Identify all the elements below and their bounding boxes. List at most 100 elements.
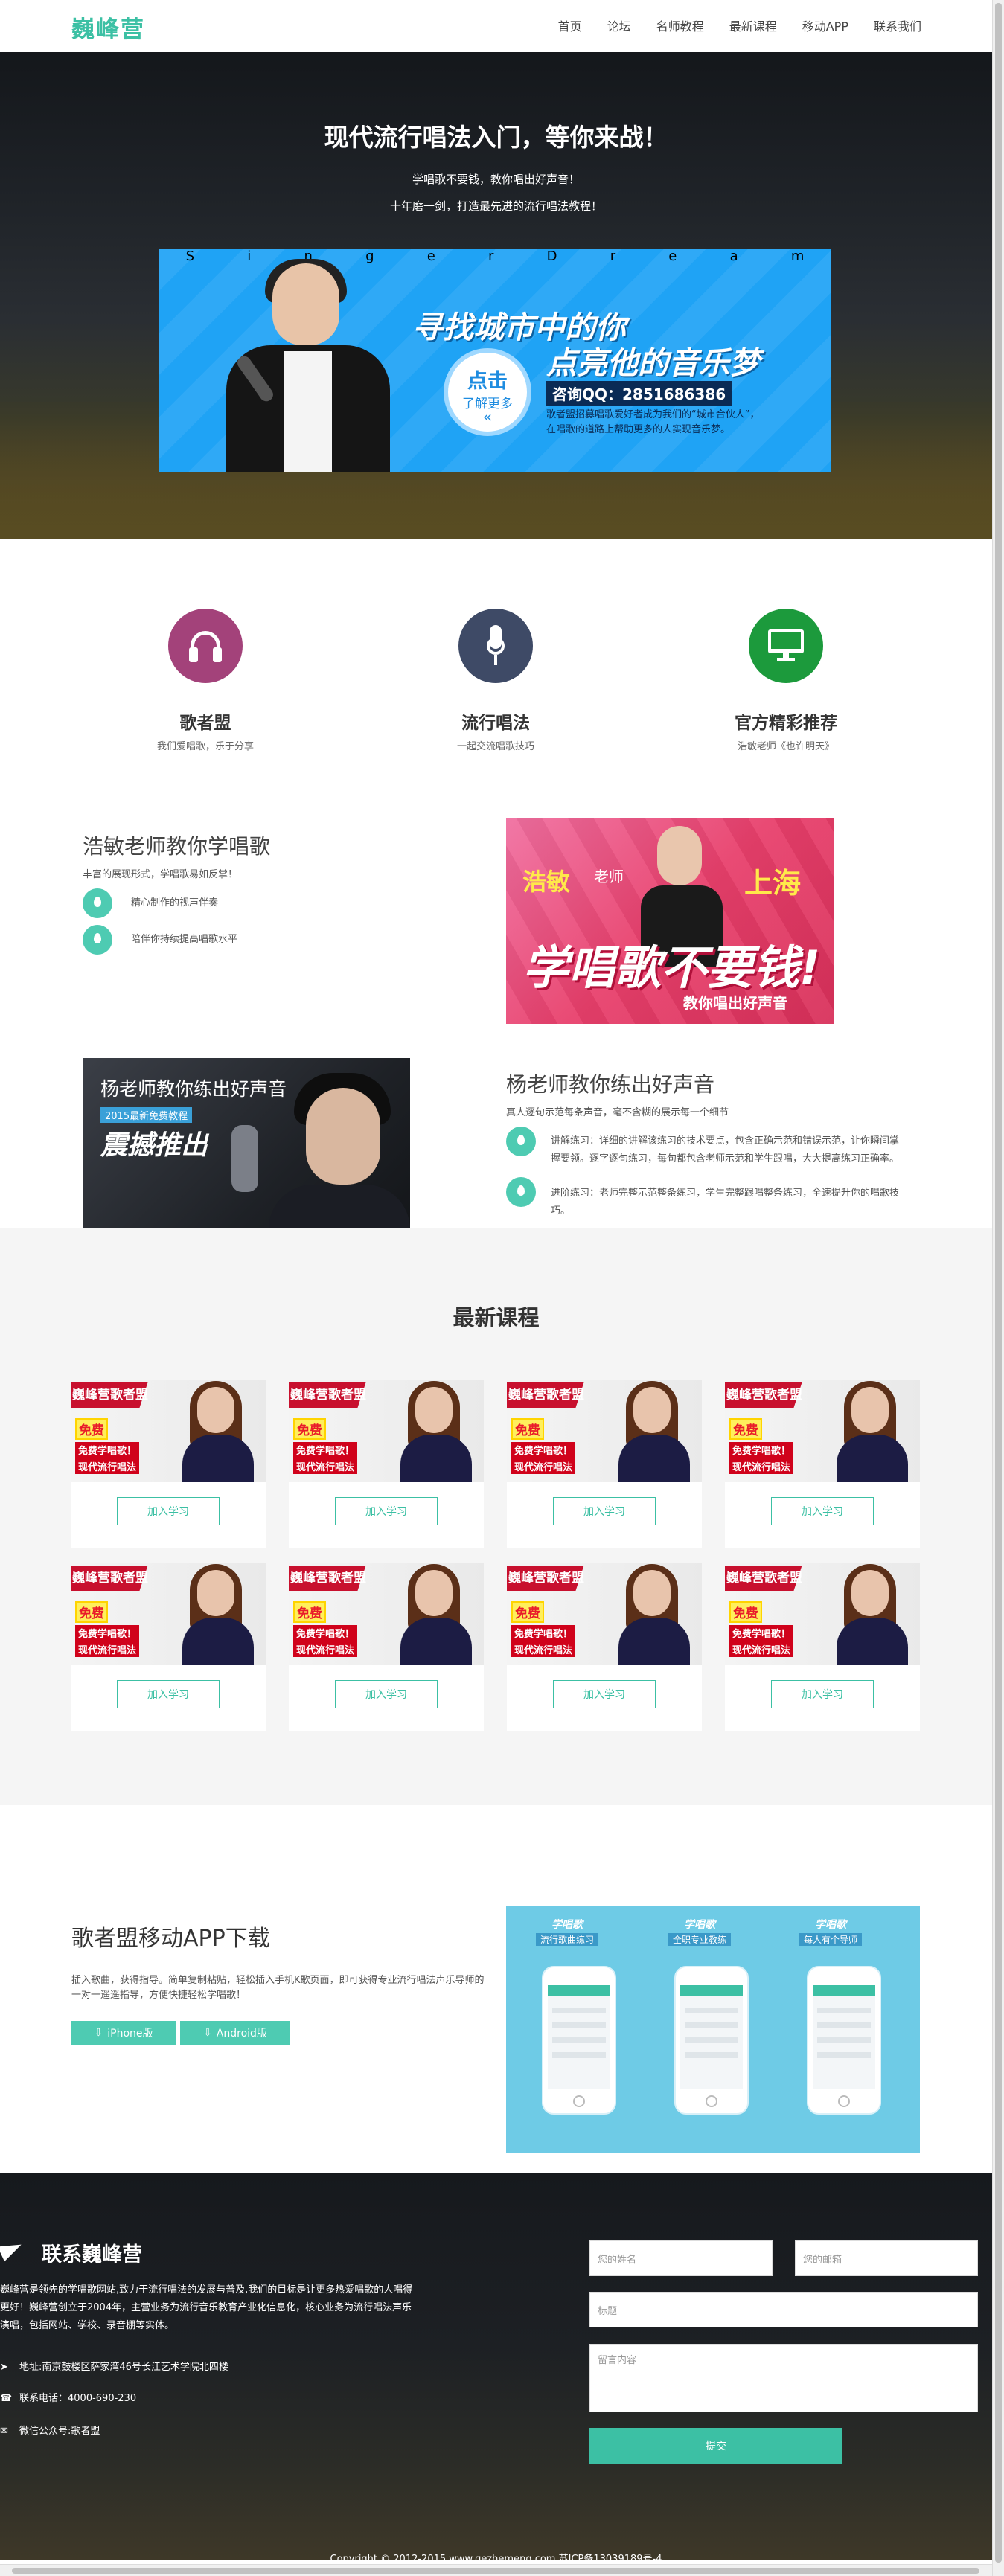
iphone-label: iPhone版	[107, 2028, 153, 2040]
course-image[interactable]: 巍峰营歌者盟 免费 免费学唱歌！ 现代流行唱法	[289, 1380, 484, 1482]
ad2-big: 震撼推出	[100, 1130, 208, 1161]
ad-teacher-label: 老师	[594, 868, 624, 885]
course-brand: 巍峰营歌者盟	[72, 1571, 148, 1586]
phone-icon: ☎	[0, 2393, 13, 2404]
teacher2-title: 杨老师教你练出好声音	[506, 1072, 715, 1097]
droplet-icon	[83, 925, 112, 955]
app-tag-3: 学唱歌 每人有个导师	[786, 1917, 875, 1946]
banner-letter: S	[185, 249, 195, 264]
banner-qq: 咨询QQ：2851686386	[546, 381, 732, 406]
course-brand: 巍峰营歌者盟	[726, 1388, 802, 1403]
nav-contact[interactable]: 联系我们	[874, 16, 921, 34]
contact-phone: ☎ 联系电话：4000-690-230	[0, 2390, 136, 2404]
nav-courses[interactable]: 最新课程	[729, 16, 777, 34]
name-input[interactable]: 您的姓名	[589, 2240, 773, 2276]
nav-forum[interactable]: 论坛	[607, 16, 631, 34]
horizontal-scroll-thumb[interactable]	[12, 2568, 979, 2574]
feature-pop-singing[interactable]: 流行唱法 一起交流唱歌技巧	[384, 609, 607, 752]
course-image[interactable]: 巍峰营歌者盟 免费 免费学唱歌！ 现代流行唱法	[507, 1563, 702, 1665]
vertical-scroll-thumb[interactable]	[995, 3, 1002, 2563]
course-card[interactable]: 巍峰营歌者盟 免费 免费学唱歌！ 现代流行唱法 加入学习	[289, 1380, 484, 1548]
site-header: 巍峰营 首页 论坛 名师教程 最新课程 移动APP 联系我们	[0, 0, 992, 52]
singer-head	[272, 263, 339, 345]
headphones-icon	[188, 628, 223, 664]
ad2-title: 杨老师教你练出好声音	[100, 1078, 287, 1100]
course-brand: 巍峰营歌者盟	[726, 1571, 802, 1586]
banner-letter: r	[610, 249, 616, 264]
haomin-ad-image[interactable]: 浩敏 老师 上海 学唱歌不要钱! 教你唱出好声音	[506, 818, 834, 1024]
ad-slogan: 学唱歌不要钱!	[522, 941, 821, 995]
join-course-button[interactable]: 加入学习	[771, 1680, 874, 1708]
course-line-1: 免费学唱歌！	[511, 1442, 576, 1458]
course-line-1: 免费学唱歌！	[293, 1625, 358, 1641]
join-course-button[interactable]: 加入学习	[553, 1497, 656, 1525]
join-course-button[interactable]: 加入学习	[335, 1497, 438, 1525]
course-line-2: 现代流行唱法	[75, 1641, 140, 1657]
nav-tutorials[interactable]: 名师教程	[656, 16, 704, 34]
banner-desc-2: 在唱歌的道路上帮助更多的人实现音乐梦。	[546, 424, 731, 435]
course-brand: 巍峰营歌者盟	[508, 1571, 584, 1586]
feature-title: 歌者盟	[179, 714, 231, 733]
course-image[interactable]: 巍峰营歌者盟 免费 免费学唱歌！ 现代流行唱法	[725, 1563, 920, 1665]
location-icon: ➤	[0, 2362, 8, 2373]
vertical-scrollbar[interactable]	[992, 0, 1004, 2576]
course-card[interactable]: 巍峰营歌者盟 免费 免费学唱歌！ 现代流行唱法 加入学习	[71, 1563, 266, 1731]
course-card[interactable]: 巍峰营歌者盟 免费 免费学唱歌！ 现代流行唱法 加入学习	[71, 1380, 266, 1548]
email-input[interactable]: 您的邮箱	[795, 2240, 978, 2276]
main-nav: 首页 论坛 名师教程 最新课程 移动APP 联系我们	[533, 16, 921, 34]
iphone-download-button[interactable]: ⇩ iPhone版	[71, 2021, 176, 2045]
course-line-2: 现代流行唱法	[729, 1458, 794, 1474]
feature-gezhemeng[interactable]: 歌者盟 我们爱唱歌，乐于分享	[94, 609, 317, 752]
droplet-icon	[83, 888, 112, 918]
course-image[interactable]: 巍峰营歌者盟 免费 免费学唱歌！ 现代流行唱法	[289, 1563, 484, 1665]
droplet-icon	[506, 1127, 536, 1156]
feature-recommendation[interactable]: 官方精彩推荐 浩敏老师《也许明天》	[674, 609, 898, 752]
android-download-button[interactable]: ⇩ Android版	[180, 2021, 290, 2045]
banner-letter: D	[546, 249, 557, 264]
nav-app[interactable]: 移动APP	[802, 16, 848, 34]
course-image[interactable]: 巍峰营歌者盟 免费 免费学唱歌！ 现代流行唱法	[71, 1380, 266, 1482]
course-image[interactable]: 巍峰营歌者盟 免费 免费学唱歌！ 现代流行唱法	[507, 1380, 702, 1482]
course-brand: 巍峰营歌者盟	[290, 1571, 366, 1586]
submit-button[interactable]: 提交	[589, 2428, 842, 2464]
singer-illustration	[219, 259, 390, 472]
app-tag-sub: 每人有个导师	[799, 1933, 862, 1946]
join-course-button[interactable]: 加入学习	[553, 1680, 656, 1708]
banner-letter: m	[790, 249, 805, 264]
feature-circle	[749, 609, 823, 683]
feature-title: 官方精彩推荐	[735, 714, 837, 733]
hero-banner[interactable]: S i n g e r D r e a m 寻找城市中的你 点亮他的音乐梦 点击…	[159, 249, 831, 472]
app-tag-sub: 流行歌曲练习	[535, 1933, 598, 1946]
banner-letter: a	[729, 249, 738, 264]
horizontal-scrollbar[interactable]	[0, 2564, 992, 2576]
join-course-button[interactable]: 加入学习	[117, 1497, 220, 1525]
message-textarea[interactable]: 留言内容	[589, 2344, 978, 2412]
ad-city: 上海	[744, 867, 802, 900]
course-image[interactable]: 巍峰营歌者盟 免费 免费学唱歌！ 现代流行唱法	[71, 1563, 266, 1665]
teacher1-title: 浩敏老师教你学唱歌	[83, 834, 271, 859]
course-card[interactable]: 巍峰营歌者盟 免费 免费学唱歌！ 现代流行唱法 加入学习	[507, 1563, 702, 1731]
site-logo[interactable]: 巍峰营	[71, 10, 145, 44]
course-free-tag: 免费	[729, 1418, 762, 1440]
app-tag-title: 学唱歌	[551, 1919, 583, 1931]
course-card[interactable]: 巍峰营歌者盟 免费 免费学唱歌！ 现代流行唱法 加入学习	[725, 1380, 920, 1548]
droplet-icon	[506, 1177, 536, 1207]
join-course-button[interactable]: 加入学习	[117, 1680, 220, 1708]
app-tag-1: 学唱歌 流行歌曲练习	[522, 1917, 612, 1946]
learn-more-badge[interactable]: 点击 了解更多 «	[444, 348, 531, 436]
course-image[interactable]: 巍峰营歌者盟 免费 免费学唱歌！ 现代流行唱法	[725, 1380, 920, 1482]
join-course-button[interactable]: 加入学习	[335, 1680, 438, 1708]
monitor-icon	[768, 629, 804, 662]
app-screenshots: 学唱歌 流行歌曲练习 学唱歌 全职专业教练 学唱歌 每人有个导师	[506, 1906, 920, 2153]
ad-subslogan: 教你唱出好声音	[683, 994, 787, 1012]
join-course-button[interactable]: 加入学习	[771, 1497, 874, 1525]
course-free-tag: 免费	[729, 1601, 762, 1623]
course-free-tag: 免费	[75, 1418, 108, 1440]
course-card[interactable]: 巍峰营歌者盟 免费 免费学唱歌！ 现代流行唱法 加入学习	[289, 1563, 484, 1731]
page: 巍峰营 首页 论坛 名师教程 最新课程 移动APP 联系我们 现代流行唱法入门，…	[0, 0, 992, 2576]
nav-home[interactable]: 首页	[558, 16, 582, 34]
subject-input[interactable]: 标题	[589, 2292, 978, 2327]
app-tag-title: 学唱歌	[815, 1919, 846, 1931]
course-card[interactable]: 巍峰营歌者盟 免费 免费学唱歌！ 现代流行唱法 加入学习	[725, 1563, 920, 1731]
course-card[interactable]: 巍峰营歌者盟 免费 免费学唱歌！ 现代流行唱法 加入学习	[507, 1380, 702, 1548]
